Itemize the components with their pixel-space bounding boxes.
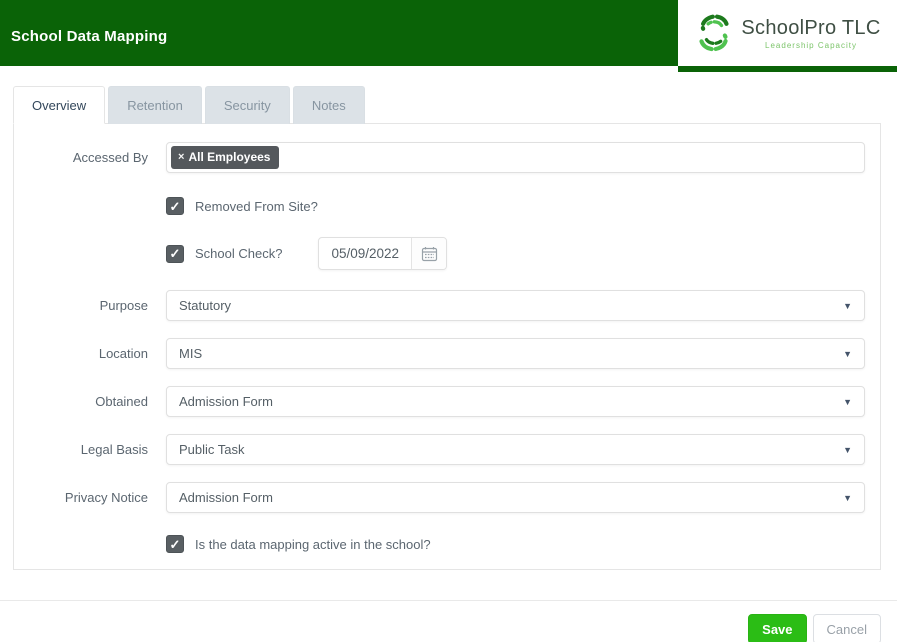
schoolpro-s-logo-icon [699, 14, 730, 52]
tab-overview[interactable]: Overview [13, 86, 106, 124]
chevron-down-icon: ▼ [843, 300, 852, 311]
tag-remove-icon[interactable]: × [178, 151, 184, 164]
removed-from-site-label: Removed From Site? [195, 198, 318, 214]
logo-underline-bar [678, 66, 897, 72]
location-select[interactable]: MIS ▼ [166, 338, 865, 369]
tab-retention[interactable]: Retention [108, 86, 202, 124]
date-picker-button[interactable] [411, 238, 447, 269]
location-value: MIS [179, 346, 203, 361]
location-label: Location [98, 346, 148, 361]
chevron-down-icon: ▼ [843, 492, 852, 503]
privacy-notice-select[interactable]: Admission Form ▼ [166, 482, 865, 513]
accessed-by-label: Accessed By [72, 150, 148, 165]
purpose-label: Purpose [99, 298, 148, 313]
school-check-date-group: 05/09/2022 [318, 237, 448, 270]
check-icon: ✓ [169, 246, 181, 261]
tab-notes[interactable]: Notes [292, 86, 365, 124]
obtained-label: Obtained [95, 394, 148, 409]
legal-basis-select[interactable]: Public Task ▼ [166, 434, 865, 465]
tab-security[interactable]: Security [204, 86, 290, 124]
check-icon: ✓ [169, 536, 181, 552]
legal-basis-value: Public Task [179, 442, 245, 457]
removed-from-site-row: ✓ Removed From Site? [14, 197, 865, 215]
location-row: Location MIS ▼ [14, 338, 865, 369]
check-icon: ✓ [169, 198, 181, 214]
overview-tab-panel: Accessed By × All Employees ✓ Removed Fr… [13, 123, 881, 570]
accessed-by-input[interactable]: × All Employees [166, 142, 865, 173]
chevron-down-icon: ▼ [843, 396, 852, 407]
accessed-by-row: Accessed By × All Employees [14, 142, 865, 173]
privacy-notice-value: Admission Form [179, 490, 273, 505]
privacy-notice-row: Privacy Notice Admission Form ▼ [14, 482, 865, 513]
brand-name: SchoolPro TLC [741, 16, 881, 39]
removed-from-site-checkbox[interactable]: ✓ [166, 197, 184, 215]
obtained-select[interactable]: Admission Form ▼ [166, 386, 865, 417]
page-title: School Data Mapping [11, 27, 168, 45]
brand-logo: SchoolPro TLC Leadership Capacity [678, 0, 897, 66]
tag-label: All Employees [188, 150, 271, 165]
tab-bar: Overview Retention Security Notes [13, 86, 881, 124]
purpose-select[interactable]: Statutory ▼ [166, 290, 865, 321]
legal-basis-label: Legal Basis [80, 442, 148, 457]
school-check-date-input[interactable]: 05/09/2022 [319, 238, 411, 269]
calendar-icon [421, 246, 438, 261]
school-check-checkbox[interactable]: ✓ [166, 244, 184, 263]
privacy-notice-label: Privacy Notice [64, 490, 148, 505]
active-mapping-label: Is the data mapping active in the school… [195, 536, 431, 552]
accessed-by-tag: × All Employees [171, 146, 280, 169]
footer-actions: Save Cancel [0, 601, 897, 642]
legal-basis-row: Legal Basis Public Task ▼ [14, 434, 865, 465]
purpose-value: Statutory [179, 298, 232, 313]
data-mapping-card: Overview Retention Security Notes Access… [13, 86, 881, 570]
active-mapping-checkbox[interactable]: ✓ [166, 535, 184, 553]
chevron-down-icon: ▼ [843, 444, 852, 455]
purpose-row: Purpose Statutory ▼ [14, 290, 865, 321]
save-button[interactable]: Save [748, 614, 807, 642]
top-header-bar: School Data Mapping SchoolPro TLC Leader… [0, 0, 897, 72]
chevron-down-icon: ▼ [843, 348, 852, 359]
school-check-label: School Check? [195, 246, 283, 261]
cancel-button[interactable]: Cancel [812, 614, 881, 642]
active-mapping-row: ✓ Is the data mapping active in the scho… [14, 535, 865, 553]
obtained-row: Obtained Admission Form ▼ [14, 386, 865, 417]
school-check-row: ✓ School Check? 05/09/2022 [14, 237, 865, 270]
obtained-value: Admission Form [179, 394, 273, 409]
brand-tagline: Leadership Capacity [765, 40, 857, 50]
